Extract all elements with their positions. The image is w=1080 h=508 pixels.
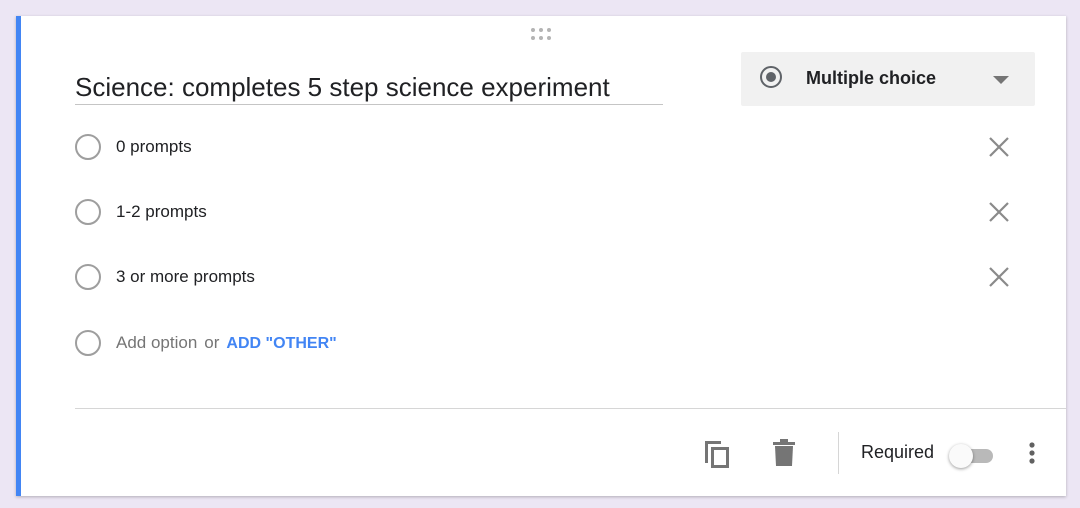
option-row: 1-2 prompts — [75, 196, 1015, 228]
option-row: 3 or more prompts — [75, 261, 1015, 293]
add-option-row: Add option or ADD "OTHER" — [75, 327, 1015, 359]
radio-icon — [760, 66, 782, 88]
close-icon[interactable] — [988, 136, 1010, 158]
drag-handle-icon[interactable] — [531, 28, 555, 40]
question-title-input[interactable] — [75, 70, 663, 105]
radio-icon — [75, 264, 101, 290]
active-accent-bar — [16, 16, 21, 496]
question-type-dropdown[interactable]: Multiple choice — [741, 52, 1035, 106]
required-toggle[interactable] — [949, 444, 999, 468]
delete-icon[interactable] — [772, 439, 796, 467]
question-type-label: Multiple choice — [806, 68, 937, 88]
footer-divider — [75, 408, 1066, 409]
footer-separator — [838, 432, 839, 474]
option-label[interactable]: 3 or more prompts — [116, 267, 255, 287]
add-option-line: Add option or ADD "OTHER" — [116, 333, 337, 353]
radio-icon — [75, 199, 101, 225]
radio-icon — [75, 134, 101, 160]
required-label: Required — [861, 442, 935, 462]
dropdown-arrow-icon — [993, 76, 1009, 84]
toggle-thumb — [949, 444, 973, 468]
or-label: or — [204, 333, 220, 352]
duplicate-icon[interactable] — [702, 438, 732, 470]
add-option-button[interactable]: Add option — [116, 333, 197, 352]
question-card[interactable]: Multiple choice 0 prompts 1-2 prompts 3 … — [16, 16, 1066, 496]
add-other-button[interactable]: ADD "OTHER" — [226, 335, 336, 352]
close-icon[interactable] — [988, 266, 1010, 288]
radio-icon — [75, 330, 101, 356]
option-row: 0 prompts — [75, 131, 1015, 163]
close-icon[interactable] — [988, 201, 1010, 223]
more-vert-icon[interactable] — [1024, 440, 1040, 470]
option-label[interactable]: 0 prompts — [116, 137, 192, 157]
option-label[interactable]: 1-2 prompts — [116, 202, 207, 222]
